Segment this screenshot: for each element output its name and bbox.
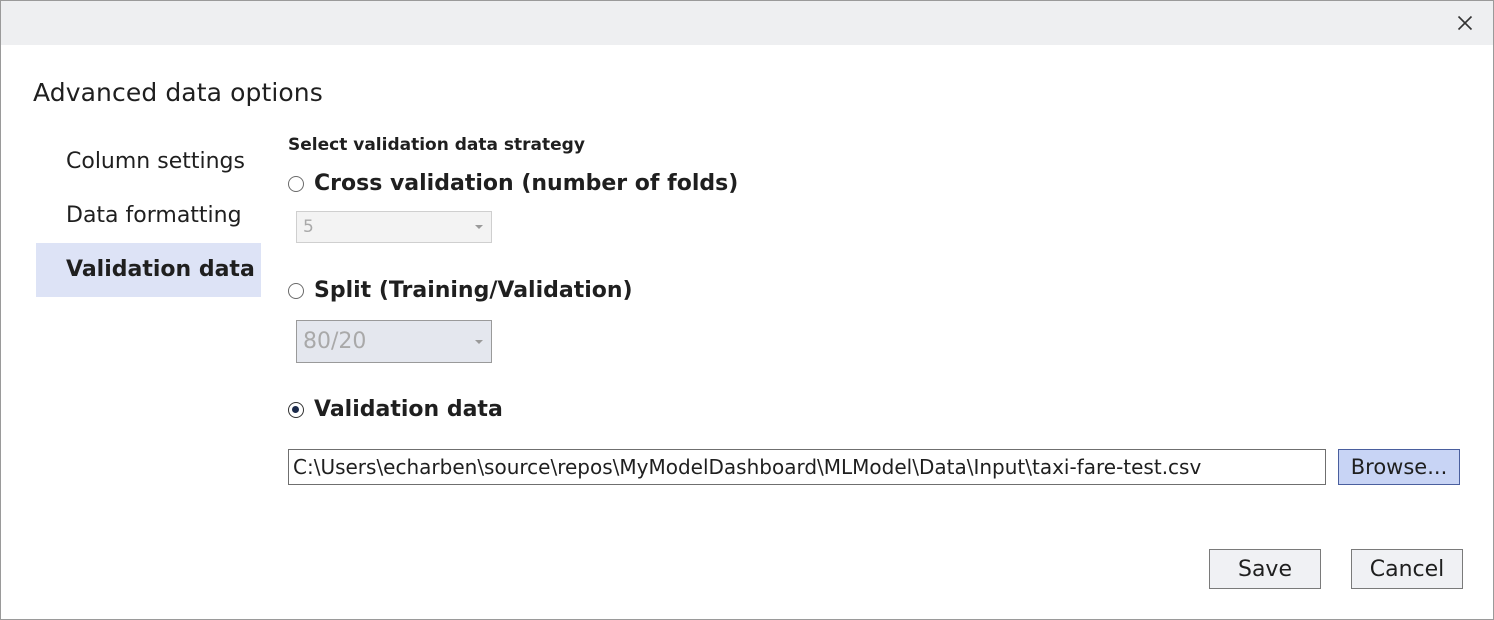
split-ratio-select[interactable]: 80/20 [296,320,492,363]
split-option[interactable]: Split (Training/Validation) [288,278,633,303]
cross-validation-label: Cross validation (number of folds) [314,171,739,196]
cross-validation-option[interactable]: Cross validation (number of folds) [288,171,738,196]
validation-file-path-input[interactable]: C:\Users\echarben\source\repos\MyModelDa… [288,449,1326,485]
strategy-heading: Select validation data strategy [288,135,585,155]
close-button[interactable] [1451,9,1479,37]
nav-item-data-formatting[interactable]: Data formatting [36,189,261,243]
nav-item-column-settings[interactable]: Column settings [36,135,261,189]
side-nav: Column settings Data formatting Validati… [36,135,261,297]
validation-data-option[interactable]: Validation data [288,397,503,422]
cross-validation-radio[interactable] [288,175,304,192]
validation-data-radio[interactable] [288,401,304,418]
cancel-button[interactable]: Cancel [1351,549,1463,589]
nav-item-validation-data[interactable]: Validation data [36,243,261,297]
split-radio[interactable] [288,282,304,299]
close-icon [1457,15,1473,31]
split-label: Split (Training/Validation) [314,278,633,303]
folds-select[interactable]: 5 [296,211,492,243]
browse-button[interactable]: Browse... [1338,449,1460,485]
chevron-down-icon [475,225,483,229]
chevron-down-icon [475,339,483,344]
dialog-titlebar [1,1,1493,45]
split-ratio-value: 80/20 [303,329,367,354]
dialog-title: Advanced data options [33,78,323,107]
advanced-data-options-dialog: Advanced data options Column settings Da… [0,0,1494,620]
save-button[interactable]: Save [1209,549,1321,589]
folds-select-value: 5 [303,217,314,237]
validation-data-label: Validation data [314,397,503,422]
